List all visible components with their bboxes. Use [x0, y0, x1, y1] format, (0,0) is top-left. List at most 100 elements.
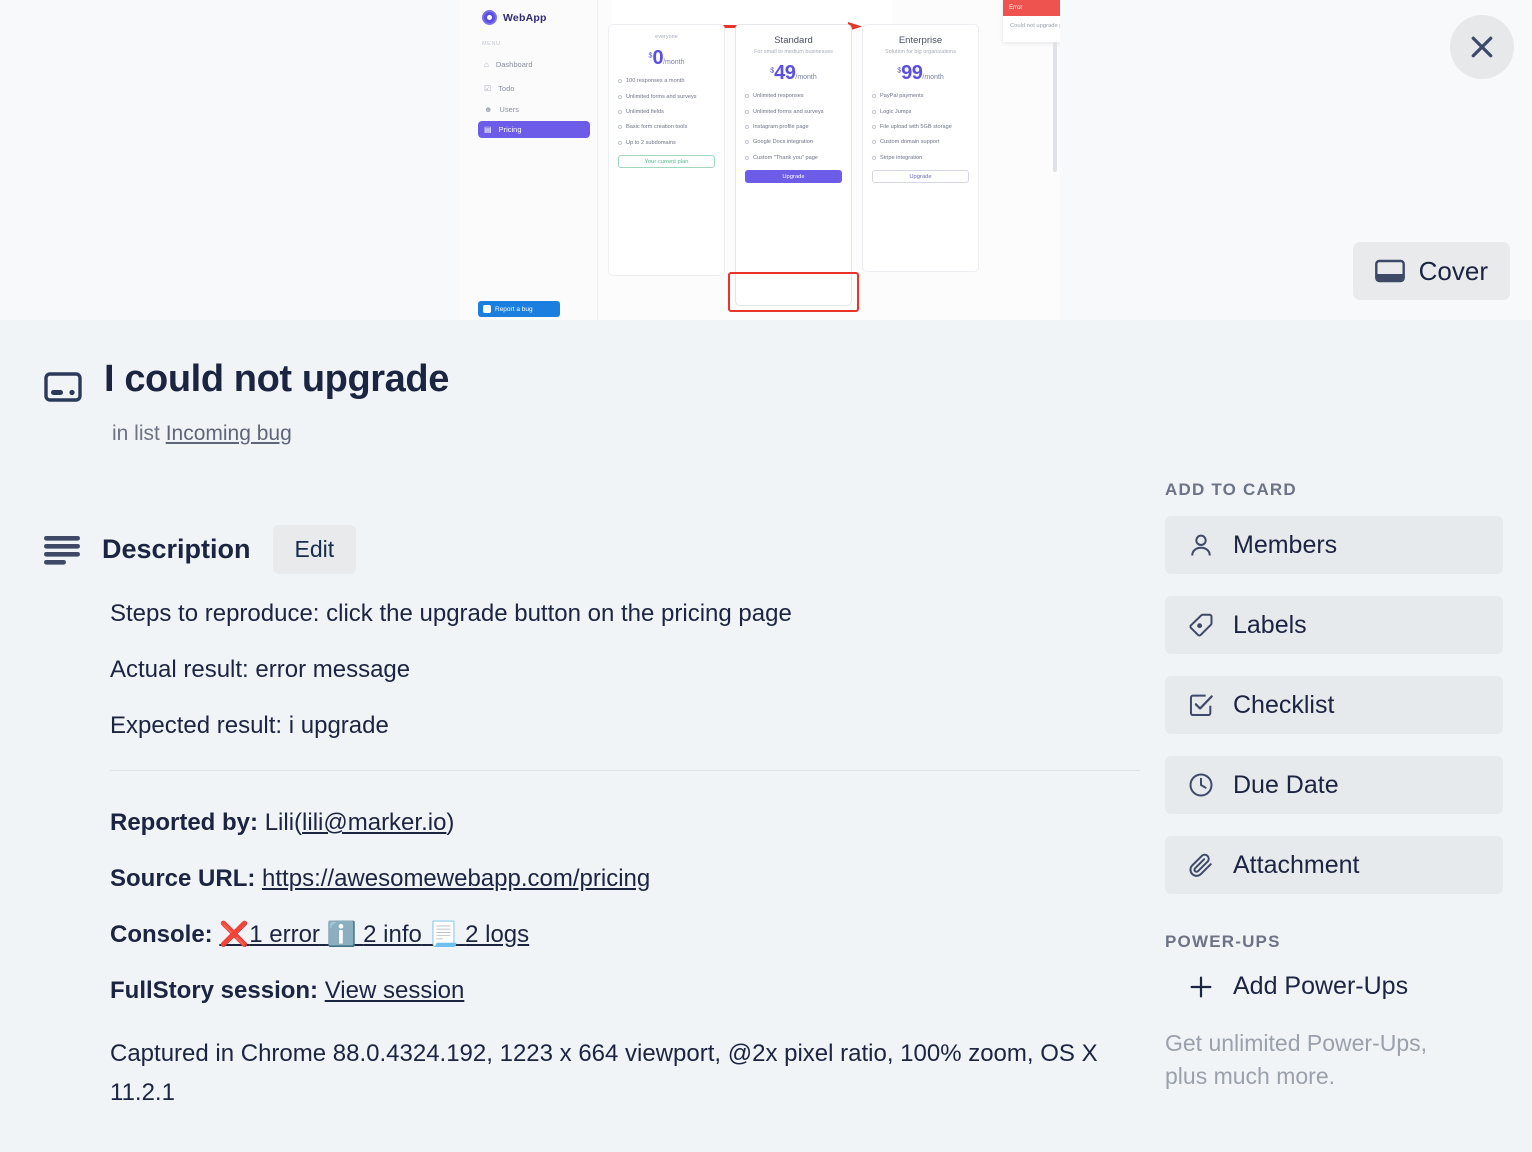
mini-plan-price: $99/month: [872, 62, 969, 85]
report-bug-icon: [483, 305, 491, 313]
bullet-icon: [745, 140, 749, 144]
mini-plan-name: Enterprise: [872, 35, 969, 46]
card-list-line: in list Incoming bug: [112, 422, 292, 446]
source-url-label: Source URL:: [110, 865, 255, 892]
description-line: Expected result: i upgrade: [110, 714, 1140, 738]
description-content: Steps to reproduce: click the upgrade bu…: [110, 602, 1140, 1113]
description-icon: [44, 535, 80, 565]
description-line: Actual result: error message: [110, 658, 1140, 682]
mini-nav-users[interactable]: ☻ Users: [478, 101, 590, 118]
mini-pricing-page: everyone $0/month 100 responses a month …: [598, 0, 1060, 320]
mini-plan-cta-upgrade[interactable]: Upgrade: [745, 170, 842, 183]
sidebar-item-attachment[interactable]: Attachment: [1165, 836, 1503, 894]
add-power-ups-button[interactable]: Add Power-Ups: [1165, 972, 1408, 1001]
console-link[interactable]: ❌1 error ℹ️ 2 info 📃 2 logs: [219, 921, 529, 948]
mini-plan-cta[interactable]: Upgrade: [872, 170, 969, 183]
cover-screenshot[interactable]: WebApp MENU ⌂ Dashboard ☑ Todo ☻ Users ▤…: [460, 0, 1060, 320]
console-label: Console:: [110, 921, 213, 948]
card-detail-body: I could not upgrade in list Incoming bug…: [0, 320, 1532, 1152]
edit-description-button[interactable]: Edit: [273, 525, 357, 574]
sidebar-item-labels[interactable]: Labels: [1165, 596, 1503, 654]
mini-report-bug-button[interactable]: Report a bug: [478, 301, 560, 317]
mini-plan-subtitle: everyone: [618, 33, 715, 41]
mini-plan-cta[interactable]: Your current plan: [618, 155, 715, 168]
mini-plan-subtitle: For small to medium businesses: [745, 48, 842, 56]
cover-icon: [1375, 259, 1405, 283]
close-button[interactable]: [1450, 15, 1514, 79]
sidebar-item-checklist[interactable]: Checklist: [1165, 676, 1503, 734]
sidebar-item-label: Members: [1233, 531, 1337, 560]
paperclip-icon: [1187, 851, 1215, 879]
close-icon: [1467, 32, 1497, 62]
feature-text: Google Docs integration: [753, 138, 813, 146]
checklist-icon: [1187, 691, 1215, 719]
period: /month: [663, 59, 684, 66]
console-error-count: 1 error: [249, 921, 320, 948]
bullet-icon: [872, 140, 876, 144]
sidebar-item-due-date[interactable]: Due Date: [1165, 756, 1503, 814]
list-name-link[interactable]: Incoming bug: [166, 422, 292, 445]
logs-emoji-icon: 📃: [429, 921, 459, 948]
cover-button-label: Cover: [1419, 256, 1488, 287]
add-to-card-heading: ADD TO CARD: [1165, 480, 1505, 500]
mini-toast-header: Error ×: [1003, 0, 1060, 16]
fullstory-label: FullStory session:: [110, 977, 318, 1004]
mini-plan-feature: Unlimited fields: [618, 108, 715, 116]
feature-text: Custom domain support: [880, 138, 939, 146]
mini-nav-label: Dashboard: [496, 60, 533, 69]
mini-plan-feature: File upload with 5GB storage: [872, 123, 969, 131]
capture-environment-text: Captured in Chrome 88.0.4324.192, 1223 x…: [110, 1035, 1140, 1113]
member-icon: [1187, 531, 1215, 559]
info-emoji-icon: ℹ️: [327, 921, 357, 948]
clock-icon: [1187, 771, 1215, 799]
mini-scrollbar[interactable]: [1053, 42, 1057, 172]
mini-plan-subtitle: Solution for big organizations: [872, 48, 969, 56]
amount: 0: [652, 47, 663, 69]
feature-text: File upload with 5GB storage: [880, 123, 952, 131]
reporter-email-link[interactable]: lili@marker.io: [302, 809, 446, 836]
mini-toast-title: Error: [1009, 5, 1022, 11]
bullet-icon: [618, 125, 622, 129]
mini-nav-dashboard[interactable]: ⌂ Dashboard: [478, 56, 590, 73]
bullet-icon: [872, 156, 876, 160]
feature-text: Unlimited forms and surveys: [626, 93, 697, 101]
mini-app-name: WebApp: [503, 12, 547, 24]
fullstory-session-link[interactable]: View session: [325, 977, 465, 1004]
plus-icon: [1187, 973, 1215, 1001]
mini-nav-todo[interactable]: ☑ Todo: [478, 80, 590, 97]
mini-plan-name: Standard: [745, 35, 842, 46]
source-url-row: Source URL: https://awesomewebapp.com/pr…: [110, 867, 1140, 891]
bullet-icon: [618, 110, 622, 114]
feature-text: Unlimited forms and surveys: [753, 108, 824, 116]
bullet-icon: [745, 156, 749, 160]
reported-by-row: Reported by: Lili(lili@marker.io): [110, 811, 1140, 835]
mini-plan-feature: Custom domain support: [872, 138, 969, 146]
label-icon: [1187, 611, 1215, 639]
bullet-icon: [618, 141, 622, 145]
sidebar-item-members[interactable]: Members: [1165, 516, 1503, 574]
logo-icon: [482, 10, 497, 25]
bullet-icon: [618, 79, 622, 83]
mini-plan-feature: Instagram profile page: [745, 123, 842, 131]
card-icon: ▤: [484, 126, 492, 134]
check-square-icon: ☑: [484, 85, 491, 93]
annotation-highlight-box: [728, 272, 859, 312]
paren-close: ): [446, 809, 454, 836]
amount: 49: [774, 62, 795, 84]
feature-text: Instagram profile page: [753, 123, 809, 131]
feature-text: 100 responses a month: [626, 77, 684, 85]
mini-plan-feature: 100 responses a month: [618, 77, 715, 85]
mini-plan-card: everyone $0/month 100 responses a month …: [608, 24, 725, 276]
mini-plan-price: $49/month: [745, 62, 842, 85]
mini-plan-feature: Custom "Thank you" page: [745, 154, 842, 162]
cover-button[interactable]: Cover: [1353, 242, 1510, 300]
mini-nav-pricing[interactable]: ▤ Pricing: [478, 121, 590, 138]
console-logs-count: 2 logs: [465, 921, 529, 948]
mini-menu-label: MENU: [482, 41, 501, 47]
description-line: Steps to reproduce: click the upgrade bu…: [110, 602, 1140, 626]
feature-text: Logic Jumps: [880, 108, 911, 116]
paren-open: (: [294, 809, 302, 836]
source-url-link[interactable]: https://awesomewebapp.com/pricing: [262, 865, 650, 892]
power-ups-note: Get unlimited Power-Ups, plus much more.: [1165, 1027, 1475, 1092]
period: /month: [795, 74, 816, 81]
